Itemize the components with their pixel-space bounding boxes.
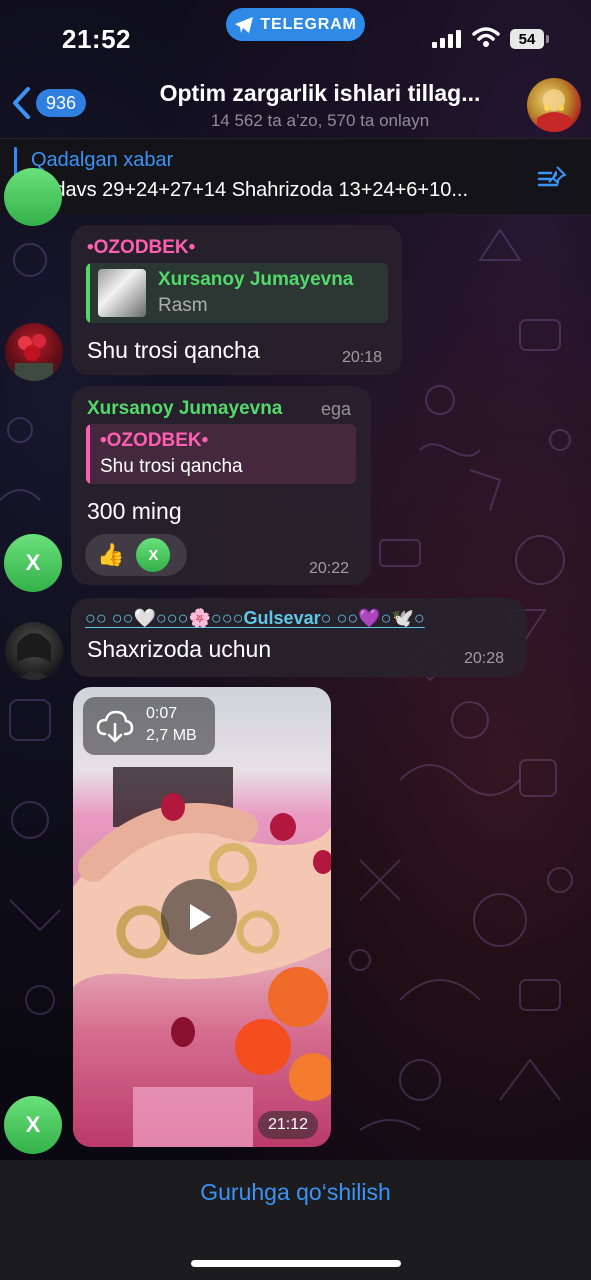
play-button[interactable] <box>161 879 237 955</box>
gulsevar-avatar-image <box>17 633 51 680</box>
chat-title-block[interactable]: Optim zargarlik ishlari tillag... 14 562… <box>130 80 510 131</box>
sender-name[interactable]: •OZODBEK• <box>87 237 195 259</box>
reply-bar <box>86 424 90 484</box>
wifi-icon <box>472 27 500 47</box>
join-group-button[interactable]: Guruhga qo‘shilish <box>0 1179 591 1206</box>
message-text: Shaxrizoda uchun <box>87 636 272 662</box>
bottom-bar: Guruhga qo‘shilish <box>0 1160 591 1280</box>
sender-name[interactable]: Xursanoy Jumayevna <box>87 398 282 420</box>
admin-role-label: ega <box>321 399 352 419</box>
video-size: 2,7 MB <box>146 727 197 744</box>
reply-text: Shu trosi qancha <box>100 456 243 477</box>
telegram-plane-icon <box>235 16 254 33</box>
reply-thumbnail <box>98 269 146 317</box>
battery-icon: 54 <box>510 29 549 49</box>
reply-bar <box>86 263 90 323</box>
message-bubble[interactable]: Xursanoy Jumayevna ega •OZODBEK• Shu tro… <box>71 386 371 585</box>
video-duration: 0:07 <box>146 705 178 722</box>
message-bubble[interactable]: •OZODBEK• Xursanoy Jumayevna Rasm Shu tr… <box>71 225 402 375</box>
user-avatar-gulsevar[interactable] <box>5 622 63 680</box>
pin-list-icon[interactable] <box>537 165 569 191</box>
telegram-pill-label: TELEGRAM <box>260 15 357 33</box>
message-bubble[interactable]: ○○ ○○🤍○○○🌸○○○Gulsevar○ ○○💜○🕊️○ Shaxrizod… <box>71 598 526 677</box>
telegram-pill[interactable]: TELEGRAM <box>226 8 365 41</box>
sender-name[interactable]: ○○ ○○🤍○○○🌸○○○Gulsevar○ ○○💜○🕊️○ <box>85 608 425 629</box>
reaction-chip[interactable]: 👍 X <box>85 534 187 576</box>
group-avatar-image <box>537 89 571 132</box>
chat-header: 936 Optim zargarlik ishlari tillag... 14… <box>0 72 591 138</box>
message-time: 20:18 <box>342 349 383 366</box>
message-time: 21:12 <box>258 1111 319 1139</box>
unread-count-badge: 936 <box>36 89 87 117</box>
chat-title: Optim zargarlik ishlari tillag... <box>159 80 481 106</box>
roses-avatar-image <box>15 334 53 381</box>
clock: 21:52 <box>62 24 131 54</box>
user-avatar-ozodbek[interactable] <box>5 323 63 381</box>
chat-member-count: 14 562 ta a’zo, 570 ta onlayn <box>210 111 430 130</box>
status-bar: 21:52 TELEGRAM 54 <box>0 0 591 72</box>
telegram-chat-screen: 21:52 TELEGRAM 54 936 Optim zargarlik is… <box>0 0 591 1280</box>
reply-sender: •OZODBEK• <box>100 430 209 451</box>
message-time: 20:22 <box>309 560 350 577</box>
reply-preview[interactable]: Xursanoy Jumayevna Rasm <box>86 263 388 323</box>
message-text: Shu trosi qancha <box>87 337 260 363</box>
reply-sender: Xursanoy Jumayevna <box>158 269 354 290</box>
user-avatar-xursanoy[interactable]: X <box>4 534 62 592</box>
play-icon <box>190 904 211 930</box>
reply-text: Rasm <box>158 295 208 316</box>
pinned-text: Firdavs 29+24+27+14 Shahrizoda 13+24+6+1… <box>31 179 469 201</box>
download-chip[interactable]: 0:07 2,7 MB <box>83 697 215 755</box>
thumbs-up-icon: 👍 <box>97 542 125 567</box>
video-message[interactable]: 0:07 2,7 MB <box>73 687 331 1147</box>
message-time: 20:28 <box>464 650 505 667</box>
home-indicator[interactable] <box>191 1260 401 1267</box>
cellular-signal-icon <box>432 30 461 48</box>
user-avatar-x[interactable]: X <box>4 1096 62 1154</box>
back-button[interactable]: 936 <box>10 86 87 120</box>
reaction-user-avatar: X <box>136 538 171 572</box>
pinned-message-bar[interactable]: Qadalgan xabar Firdavs 29+24+27+14 Shahr… <box>0 138 591 214</box>
group-avatar[interactable] <box>527 78 581 132</box>
reply-preview[interactable]: •OZODBEK• Shu trosi qancha <box>86 424 356 484</box>
chevron-left-icon <box>13 87 30 119</box>
pinned-label: Qadalgan xabar <box>31 149 174 171</box>
cloud-download-icon <box>96 710 134 743</box>
message-text: 300 ming <box>87 498 182 524</box>
user-avatar-x-partial[interactable] <box>4 168 62 226</box>
